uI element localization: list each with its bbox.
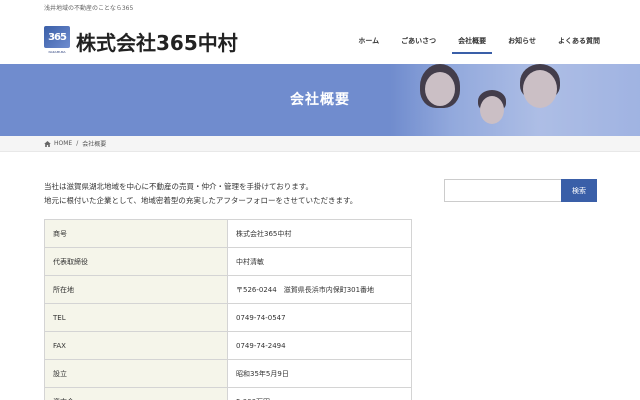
row-value: 5,000万円 [227, 387, 412, 400]
intro-line: 当社は滋賀県湖北地域を中心に不動産の売買・仲介・管理を手掛けております。 [44, 182, 314, 191]
logo-mark-number: 365 [44, 26, 70, 48]
breadcrumb-home-link[interactable]: HOME [54, 140, 72, 147]
table-row: 所在地 〒526-0244 滋賀県長浜市内保町301番地 [44, 275, 412, 304]
row-value: 0749-74-0547 [227, 303, 412, 332]
row-value: 昭和35年5月9日 [227, 359, 412, 388]
row-value: 中村清敏 [227, 247, 412, 276]
logo-mark-sub: NAKAMURA [48, 50, 66, 54]
logo-text: 株式会社365中村 [76, 30, 238, 55]
table-row: TEL 0749-74-0547 [44, 303, 412, 332]
row-label: FAX [44, 331, 228, 360]
page-title: 会社概要 [290, 92, 350, 108]
hero-banner: 会社概要 [0, 64, 640, 136]
nav-item-company[interactable]: 会社概要 [452, 36, 493, 54]
row-label: 代表取締役 [44, 247, 228, 276]
home-icon [44, 140, 51, 147]
nav-item-greeting[interactable]: ごあいさつ [401, 36, 436, 54]
site-logo[interactable]: 365 NAKAMURA 株式会社365中村 [44, 26, 238, 56]
search-input[interactable] [444, 179, 561, 202]
breadcrumb-separator: / [76, 140, 79, 147]
row-label: 商号 [44, 219, 228, 248]
nav-item-faq[interactable]: よくある質問 [558, 36, 600, 54]
intro-text: 当社は滋賀県湖北地域を中心に不動産の売買・仲介・管理を手掛けております。 地元に… [44, 180, 424, 208]
table-row: FAX 0749-74-2494 [44, 331, 412, 360]
row-label: TEL [44, 303, 228, 332]
table-row: 資本金 5,000万円 [44, 387, 412, 400]
table-row: 代表取締役 中村清敏 [44, 247, 412, 276]
table-row: 設立 昭和35年5月9日 [44, 359, 412, 388]
main-nav: ホーム ごあいさつ 会社概要 お知らせ よくある質問 [336, 36, 600, 54]
row-value: 〒526-0244 滋賀県長浜市内保町301番地 [227, 275, 412, 304]
row-label: 資本金 [44, 387, 228, 400]
row-value: 株式会社365中村 [227, 219, 412, 248]
breadcrumb: HOME / 会社概要 [0, 136, 640, 152]
intro-line: 地元に根付いた企業として、地域密着型の充実したアフターフォローをさせていただきま… [44, 196, 358, 205]
search-button[interactable]: 検索 [561, 179, 597, 202]
row-label: 所在地 [44, 275, 228, 304]
nav-item-home[interactable]: ホーム [358, 36, 379, 54]
search-form: 検索 [444, 179, 597, 202]
row-value: 0749-74-2494 [227, 331, 412, 360]
nav-item-news[interactable]: お知らせ [508, 36, 536, 54]
company-info-table: 商号 株式会社365中村 代表取締役 中村清敏 所在地 〒526-0244 滋賀… [44, 219, 412, 400]
table-row: 商号 株式会社365中村 [44, 219, 412, 248]
breadcrumb-current: 会社概要 [82, 141, 107, 148]
row-label: 設立 [44, 359, 228, 388]
site-tagline: 浅井地域の不動産のことなら365 [44, 5, 134, 12]
logo-mark: 365 NAKAMURA [44, 26, 70, 56]
